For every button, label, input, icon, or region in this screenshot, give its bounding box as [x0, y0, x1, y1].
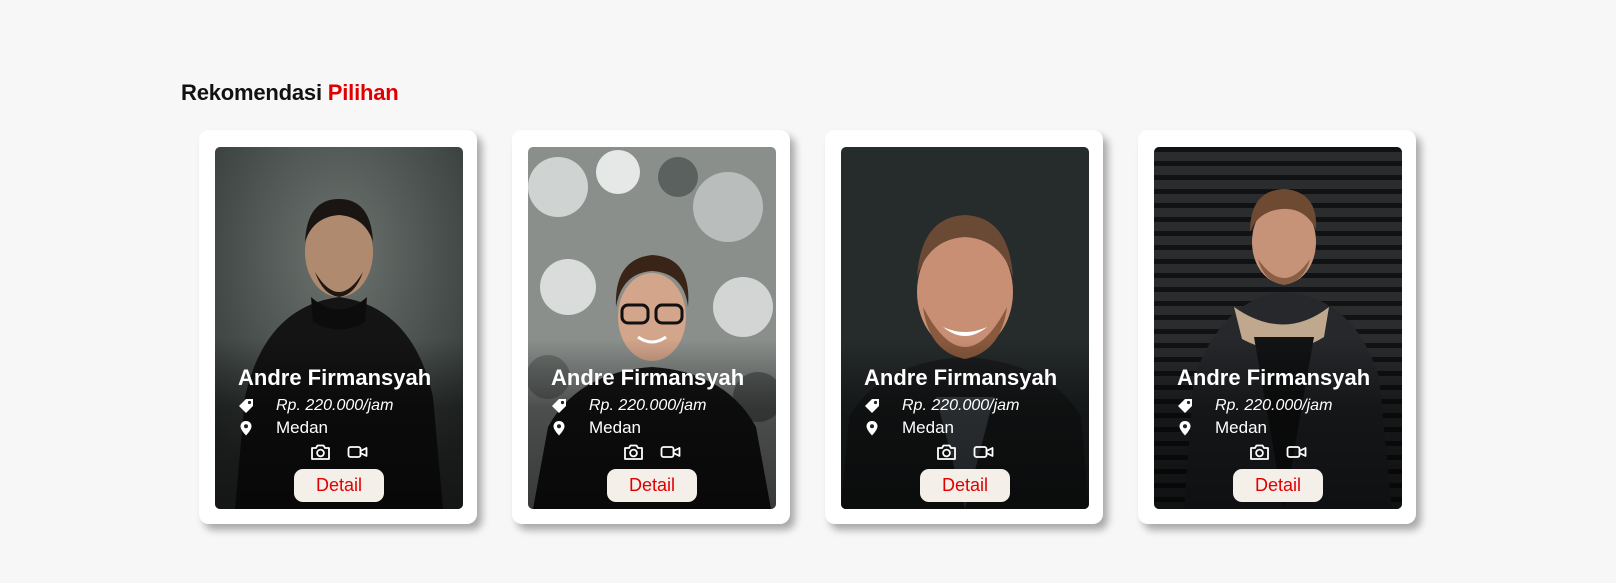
location-row: Medan [864, 418, 954, 438]
video-icon [973, 443, 994, 461]
price-text: Rp. 220.000/jam [589, 397, 707, 414]
section-title-accent: Pilihan [327, 80, 399, 105]
video-icon [660, 443, 681, 461]
price-text: Rp. 220.000/jam [1215, 397, 1333, 414]
location-row: Medan [1177, 418, 1267, 438]
location-row: Medan [238, 418, 328, 438]
service-icons [1154, 443, 1402, 461]
tag-icon [238, 398, 254, 414]
talent-card[interactable]: Andre Firmansyah Rp. 220.000/jam Medan D… [825, 130, 1103, 524]
price-row: Rp. 220.000/jam [238, 397, 393, 415]
service-icons [841, 443, 1089, 461]
price-text: Rp. 220.000/jam [902, 397, 1020, 414]
section-title: Rekomendasi Pilihan [181, 80, 399, 106]
service-icons [528, 443, 776, 461]
camera-icon [623, 443, 644, 461]
video-icon [1286, 443, 1307, 461]
location-pin-icon [1177, 420, 1193, 436]
tag-icon [551, 398, 567, 414]
talent-photo: Andre Firmansyah Rp. 220.000/jam Medan D… [528, 147, 776, 509]
detail-button[interactable]: Detail [920, 469, 1010, 502]
service-icons [215, 443, 463, 461]
price-row: Rp. 220.000/jam [1177, 397, 1332, 415]
talent-name: Andre Firmansyah [1177, 365, 1371, 390]
price-row: Rp. 220.000/jam [551, 397, 706, 415]
talent-name: Andre Firmansyah [551, 365, 745, 390]
camera-icon [936, 443, 957, 461]
video-icon [347, 443, 368, 461]
camera-icon [1249, 443, 1270, 461]
tag-icon [1177, 398, 1193, 414]
city-text: Medan [589, 418, 641, 437]
city-text: Medan [1215, 418, 1267, 437]
talent-photo: Andre Firmansyah Rp. 220.000/jam Medan D… [1154, 147, 1402, 509]
location-pin-icon [551, 420, 567, 436]
detail-button[interactable]: Detail [1233, 469, 1323, 502]
talent-photo: Andre Firmansyah Rp. 220.000/jam Medan D… [215, 147, 463, 509]
price-row: Rp. 220.000/jam [864, 397, 1019, 415]
city-text: Medan [276, 418, 328, 437]
tag-icon [864, 398, 880, 414]
location-pin-icon [238, 420, 254, 436]
location-row: Medan [551, 418, 641, 438]
talent-card[interactable]: Andre Firmansyah Rp. 220.000/jam Medan D… [1138, 130, 1416, 524]
talent-name: Andre Firmansyah [238, 365, 432, 390]
talent-name: Andre Firmansyah [864, 365, 1058, 390]
location-pin-icon [864, 420, 880, 436]
talent-card[interactable]: Andre Firmansyah Rp. 220.000/jam Medan D… [199, 130, 477, 524]
talent-card[interactable]: Andre Firmansyah Rp. 220.000/jam Medan D… [512, 130, 790, 524]
section-title-prefix: Rekomendasi [181, 80, 322, 105]
talent-photo: Andre Firmansyah Rp. 220.000/jam Medan D… [841, 147, 1089, 509]
price-text: Rp. 220.000/jam [276, 397, 394, 414]
detail-button[interactable]: Detail [294, 469, 384, 502]
camera-icon [310, 443, 331, 461]
detail-button[interactable]: Detail [607, 469, 697, 502]
city-text: Medan [902, 418, 954, 437]
